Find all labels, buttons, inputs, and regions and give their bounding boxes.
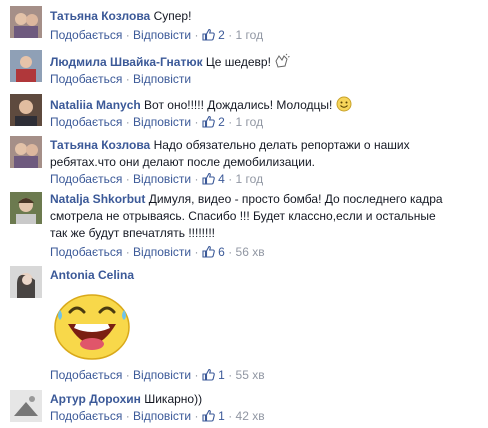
avatar[interactable] — [10, 94, 42, 126]
comment-author[interactable]: Людмила Швайка-Гнатюк — [50, 55, 203, 69]
like-count[interactable]: 1 — [218, 368, 225, 382]
comment-time[interactable]: 55 хв — [236, 368, 265, 382]
like-link[interactable]: Подобається — [50, 72, 122, 86]
avatar[interactable] — [10, 136, 42, 168]
thumbs-up-icon[interactable] — [202, 409, 215, 422]
like-link[interactable]: Подобається — [50, 115, 122, 129]
like-count[interactable]: 1 — [218, 409, 225, 423]
comment-author[interactable]: Natalja Shkorbut — [50, 192, 145, 206]
comment-author[interactable]: Татьяна Козлова — [50, 138, 150, 152]
reply-link[interactable]: Відповісти — [133, 245, 191, 259]
avatar[interactable] — [10, 6, 42, 38]
avatar[interactable] — [10, 50, 42, 82]
comment-author[interactable]: Артур Дорохин — [50, 392, 141, 406]
clapping-hands-icon — [274, 53, 290, 69]
smile-icon — [336, 96, 352, 112]
like-count[interactable]: 4 — [218, 172, 225, 186]
reply-link[interactable]: Відповісти — [133, 368, 191, 382]
comment-text: Супер! — [153, 9, 192, 23]
comment-time[interactable]: 1 год — [236, 172, 264, 186]
like-link[interactable]: Подобається — [50, 368, 122, 382]
comment-author[interactable]: Nataliia Manych — [50, 98, 141, 112]
comment-text: Вот оно!!!!! Дождались! Молодцы! — [144, 98, 333, 112]
like-count[interactable]: 6 — [218, 245, 225, 259]
thumbs-up-icon[interactable] — [202, 28, 215, 41]
comment-author[interactable]: Antonia Celina — [50, 268, 134, 282]
comment-text: Шикарно)) — [144, 392, 203, 406]
like-link[interactable]: Подобається — [50, 409, 122, 423]
thumbs-up-icon[interactable] — [202, 245, 215, 258]
avatar[interactable] — [10, 266, 42, 298]
avatar[interactable] — [10, 390, 42, 422]
reply-link[interactable]: Відповісти — [133, 28, 191, 42]
reply-link[interactable]: Відповісти — [133, 115, 191, 129]
comment-text: Це шедевр! — [205, 55, 271, 69]
comment-time[interactable]: 1 год — [236, 28, 264, 42]
thumbs-up-icon[interactable] — [202, 115, 215, 128]
comment-author[interactable]: Татьяна Козлова — [50, 9, 150, 23]
reply-link[interactable]: Відповісти — [133, 72, 191, 86]
like-count[interactable]: 2 — [218, 115, 225, 129]
comment-time[interactable]: 42 хв — [236, 409, 265, 423]
reply-link[interactable]: Відповісти — [133, 409, 191, 423]
like-count[interactable]: 2 — [218, 28, 225, 42]
laughing-sticker-icon — [50, 290, 134, 362]
like-link[interactable]: Подобається — [50, 172, 122, 186]
comment-time[interactable]: 1 год — [236, 115, 264, 129]
comment-time[interactable]: 56 хв — [236, 245, 265, 259]
like-link[interactable]: Подобається — [50, 28, 122, 42]
avatar[interactable] — [10, 192, 42, 224]
thumbs-up-icon[interactable] — [202, 368, 215, 381]
like-link[interactable]: Подобається — [50, 245, 122, 259]
thumbs-up-icon[interactable] — [202, 172, 215, 185]
reply-link[interactable]: Відповісти — [133, 172, 191, 186]
